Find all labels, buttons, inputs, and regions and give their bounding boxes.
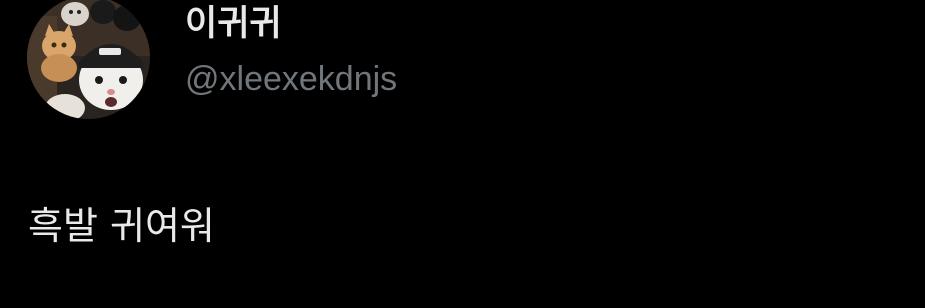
author-display-name[interactable]: 이귀귀 xyxy=(185,2,282,46)
tweet: 이귀귀 @xleexekdnjs 흑발 귀여워 xyxy=(0,0,925,308)
author-avatar[interactable] xyxy=(27,0,150,119)
tweet-text: 흑발 귀여워 xyxy=(28,204,215,248)
author-handle[interactable]: @xleexekdnjs xyxy=(185,57,397,101)
cat-photo-avatar-icon xyxy=(27,0,150,119)
